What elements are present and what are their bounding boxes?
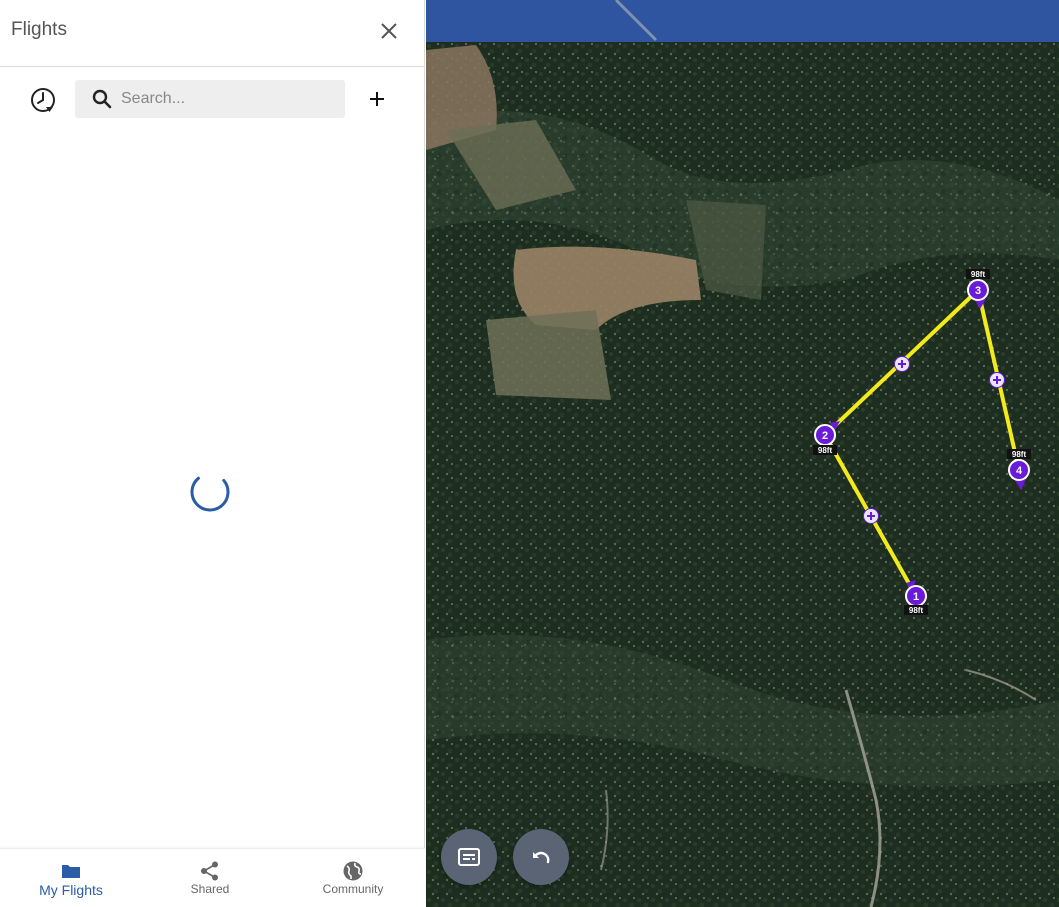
search-box xyxy=(75,80,345,118)
panel-header: Flights xyxy=(0,0,425,67)
caption-toggle-button[interactable] xyxy=(441,829,497,885)
globe-icon xyxy=(343,861,363,881)
waypoint-number: 2 xyxy=(822,430,828,442)
subtitles-icon xyxy=(458,848,480,866)
history-button[interactable] xyxy=(29,86,57,114)
plus-icon xyxy=(370,92,384,106)
bottom-navigation: My Flights Shared Community xyxy=(0,848,425,907)
satellite-imagery: 1 98ft 2 98ft 98ft 3 98ft 4 xyxy=(426,0,1059,907)
nav-label-community: Community xyxy=(322,882,384,896)
undo-icon xyxy=(533,851,550,864)
close-icon xyxy=(381,23,397,39)
waypoint-number: 1 xyxy=(913,591,919,603)
search-input[interactable] xyxy=(121,80,336,118)
share-icon xyxy=(201,861,218,881)
waypoint-altitude: 98ft xyxy=(818,446,833,455)
close-button[interactable] xyxy=(376,18,402,44)
waypoint-altitude: 98ft xyxy=(909,606,924,615)
nav-community[interactable]: Community xyxy=(282,849,424,907)
nav-label-shared: Shared xyxy=(190,882,230,896)
waypoint-number: 4 xyxy=(1016,465,1023,477)
add-flight-button[interactable] xyxy=(364,86,390,112)
route-midpoint-handle[interactable] xyxy=(989,372,1005,388)
route-midpoint-handle[interactable] xyxy=(863,508,879,524)
route-midpoint-handle[interactable] xyxy=(894,356,910,372)
map-view[interactable]: 1 98ft 2 98ft 98ft 3 98ft 4 xyxy=(426,0,1059,907)
panel-toolbar xyxy=(0,67,425,131)
history-clock-icon xyxy=(31,88,55,112)
nav-shared[interactable]: Shared xyxy=(139,849,281,907)
waypoint-altitude: 98ft xyxy=(1012,450,1027,459)
folder-icon xyxy=(62,865,80,878)
flights-panel: Flights Search... My Flights Shared Comm… xyxy=(0,0,425,907)
search-icon xyxy=(92,89,112,109)
undo-button[interactable] xyxy=(513,829,569,885)
waypoint-altitude: 98ft xyxy=(971,270,986,279)
app-root: Flights Search... My Flights Shared Comm… xyxy=(0,0,1059,907)
waypoint-number: 3 xyxy=(975,285,981,297)
loading-spinner xyxy=(190,476,230,512)
panel-title: Flights xyxy=(11,19,67,40)
nav-label-my-flights: My Flights xyxy=(39,882,103,898)
nav-my-flights[interactable]: My Flights xyxy=(0,849,142,907)
